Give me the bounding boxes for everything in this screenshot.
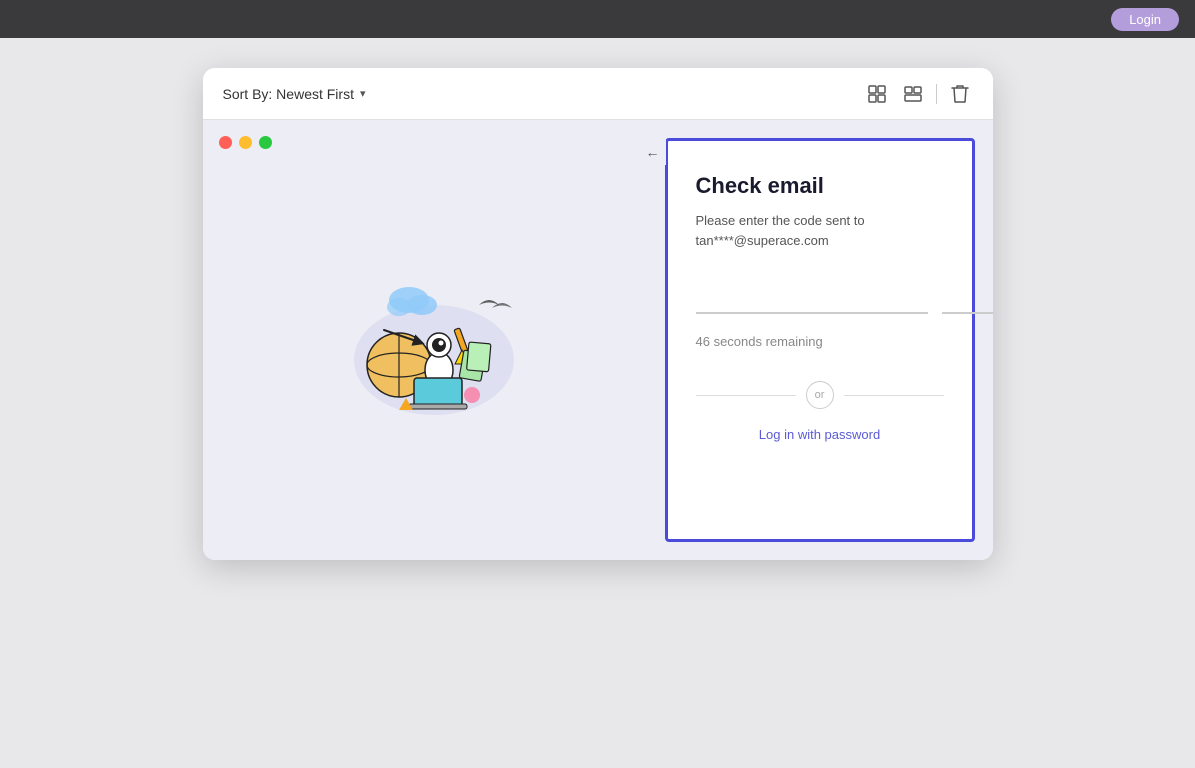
sort-by-button[interactable]: Sort By: Newest First ▾ [223,86,366,102]
timer-text: 46 seconds remaining [696,334,944,349]
back-button[interactable]: ← [640,139,666,165]
card-container: Sort By: Newest First ▾ [203,68,993,560]
left-panel [203,120,665,560]
grid-view-button[interactable] [864,81,890,107]
login-button[interactable]: Login [1111,8,1179,31]
check-email-title: Check email [696,173,944,199]
toolbar-divider [936,84,937,104]
otp-input-2[interactable] [942,278,993,314]
maximize-button[interactable] [259,136,272,149]
sort-label: Sort By: Newest First [223,86,354,102]
toolbar: Sort By: Newest First ▾ [203,68,993,120]
otp-row [696,278,944,314]
inner-window: ← Check email Please enter the code sent… [203,120,993,560]
top-bar: Login [0,0,1195,38]
check-email-panel: ← Check email Please enter the code sent… [665,138,975,542]
traffic-lights [219,136,272,149]
or-divider: or [696,381,944,409]
sort-chevron-icon: ▾ [360,87,366,100]
check-email-description: Please enter the code sent to tan****@su… [696,211,944,250]
delete-button[interactable] [947,81,973,107]
log-in-with-password-button[interactable]: Log in with password [696,427,944,442]
close-button[interactable] [219,136,232,149]
or-label: or [806,381,834,409]
otp-input-1[interactable] [696,278,928,314]
or-line-left [696,395,796,396]
toolbar-right [864,81,973,107]
main-area: Sort By: Newest First ▾ [0,38,1195,768]
list-view-button[interactable] [900,81,926,107]
minimize-button[interactable] [239,136,252,149]
or-line-right [844,395,944,396]
illustration [324,250,544,430]
